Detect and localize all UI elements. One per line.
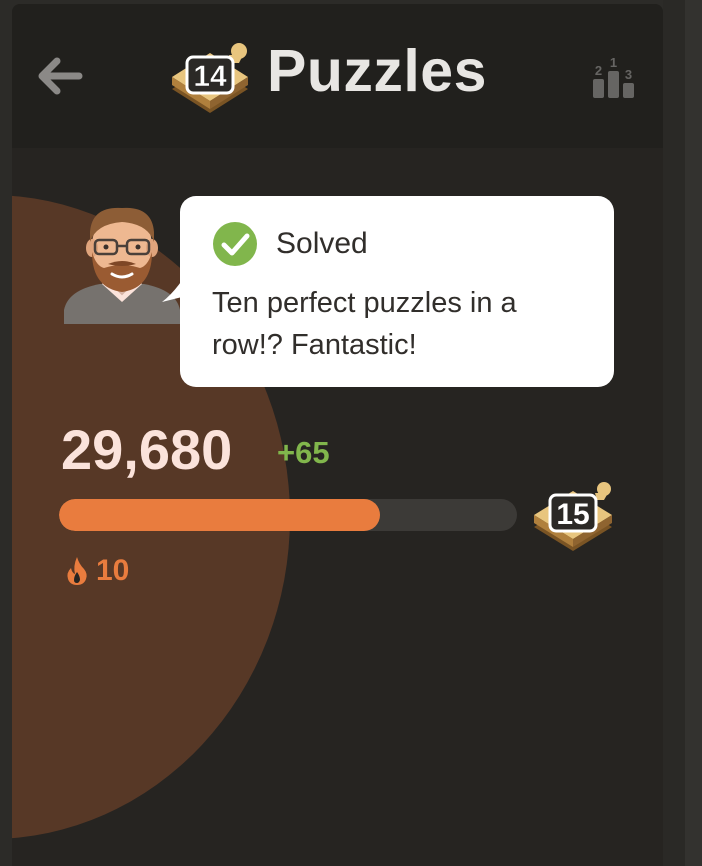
puzzle-level-badge: 14 xyxy=(172,43,248,113)
window-gutter xyxy=(663,0,685,866)
arrow-left-icon xyxy=(38,57,83,95)
scrollbar-track[interactable] xyxy=(685,0,702,866)
flame-icon xyxy=(67,557,87,585)
rank-label: 1 xyxy=(610,55,617,70)
rating-delta: +65 xyxy=(277,435,330,470)
level-progress-fill xyxy=(59,499,380,531)
level-number: 15 xyxy=(556,498,589,531)
level-progress-bar xyxy=(59,499,517,531)
coach-message: Ten perfect puzzles in a row!? Fantastic… xyxy=(212,287,517,362)
back-button[interactable] xyxy=(34,52,84,100)
leaderboard-button[interactable]: 2 1 3 xyxy=(590,54,638,102)
coach-speech-bubble: Solved Ten perfect puzzles in a row!? Fa… xyxy=(180,196,614,387)
puzzles-panel: 14 Puzzles 2 1 3 Solved Ten perfect puzz… xyxy=(12,4,663,866)
puzzle-rating: 29,680 xyxy=(61,418,233,481)
rank-label: 2 xyxy=(595,63,602,78)
status-label: Solved xyxy=(276,227,368,260)
streak-counter: 10 xyxy=(66,551,129,591)
checkmark-circle-icon xyxy=(213,222,257,266)
level-number: 14 xyxy=(193,60,227,93)
rank-label: 3 xyxy=(625,67,632,82)
streak-count: 10 xyxy=(96,554,130,587)
next-level-badge: 15 xyxy=(534,482,612,551)
leaderboard-icon: 2 1 3 xyxy=(593,55,634,98)
page-title: Puzzles xyxy=(267,38,487,104)
header-bar: 14 Puzzles 2 1 3 xyxy=(12,4,663,148)
